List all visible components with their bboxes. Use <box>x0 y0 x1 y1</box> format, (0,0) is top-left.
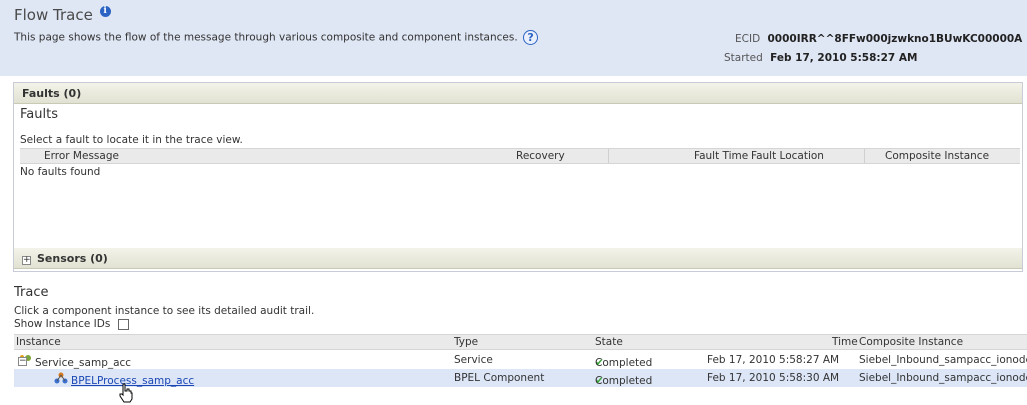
show-instance-ids-label: Show Instance IDs <box>14 318 111 330</box>
sensors-tab-bar[interactable]: + Sensors (0) <box>14 248 1022 269</box>
faults-table-header: Error Message Recovery Fault Time Fault … <box>20 148 1020 164</box>
column-recovery[interactable]: Recovery <box>516 150 565 162</box>
composite-cell: Siebel_Inbound_sampacc_ionode <box>859 372 1027 384</box>
trace-hint: Click a component instance to see its de… <box>14 305 315 317</box>
started-value: Feb 17, 2010 5:58:27 AM <box>770 52 918 64</box>
page-header: Flow Trace i This page shows the flow of… <box>0 0 1027 76</box>
column-type[interactable]: Type <box>454 336 478 348</box>
faults-tab-bar[interactable]: Faults (0) <box>14 83 1022 104</box>
composite-cell: Siebel_Inbound_sampacc_ionode <box>859 354 1027 366</box>
faults-panel: Faults (0) Faults Select a fault to loca… <box>13 82 1023 272</box>
trace-heading: Trace <box>14 285 49 300</box>
time-cell: Feb 17, 2010 5:58:27 AM <box>707 354 840 366</box>
faults-heading: Faults <box>20 107 58 122</box>
column-fault-location[interactable]: Fault Location <box>751 150 824 162</box>
instance-cell: BPELProcess_samp_acc <box>54 372 194 387</box>
column-composite-instance[interactable]: Composite Instance <box>885 150 989 162</box>
bpel-component-icon <box>54 372 68 384</box>
show-instance-ids: Show Instance IDs <box>14 318 129 330</box>
type-cell: Service <box>454 354 493 366</box>
hand-cursor-icon <box>119 383 133 403</box>
trace-table-header: Instance Type State Time Composite Insta… <box>14 334 1027 350</box>
instance-cell: − Service_samp_acc <box>18 354 131 369</box>
column-time[interactable]: Time <box>832 336 858 348</box>
table-row[interactable]: − Service_samp_acc Service ✔ Completed Feb… <box>14 351 1027 369</box>
column-instance[interactable]: Instance <box>16 336 61 348</box>
expand-icon[interactable]: + <box>22 256 31 265</box>
instance-name: Service_samp_acc <box>35 357 132 369</box>
info-icon[interactable]: i <box>99 6 111 17</box>
ecid-value: 0000IRR^^8FFw000jzwkno1BUwKC00000A <box>767 33 1023 45</box>
started-label: Started <box>724 52 763 64</box>
sensors-label: Sensors (0) <box>37 252 108 265</box>
ecid-info: ECID 0000IRR^^8FFw000jzwkno1BUwKC00000A <box>735 33 1022 45</box>
help-icon[interactable]: ? <box>523 30 539 45</box>
column-error-message[interactable]: Error Message <box>44 150 119 162</box>
column-state[interactable]: State <box>595 336 623 348</box>
column-divider <box>608 149 609 163</box>
collapse-icon[interactable]: − <box>18 357 27 366</box>
faults-hint: Select a fault to locate it in the trace… <box>20 134 243 146</box>
show-instance-ids-checkbox[interactable] <box>117 318 129 330</box>
started-info: Started Feb 17, 2010 5:58:27 AM <box>724 52 917 64</box>
ecid-label: ECID <box>735 33 761 45</box>
page-title: Flow Trace i <box>14 6 111 24</box>
time-cell: Feb 17, 2010 5:58:30 AM <box>707 372 840 384</box>
column-divider <box>864 149 865 163</box>
column-fault-time[interactable]: Fault Time <box>694 150 748 162</box>
table-row[interactable]: BPELProcess_samp_acc BPEL Component ✔ Com… <box>14 369 1027 387</box>
column-composite-instance[interactable]: Composite Instance <box>859 336 963 348</box>
no-faults-message: No faults found <box>20 166 101 178</box>
page-description: This page shows the flow of the message … <box>14 30 539 45</box>
type-cell: BPEL Component <box>454 372 545 384</box>
